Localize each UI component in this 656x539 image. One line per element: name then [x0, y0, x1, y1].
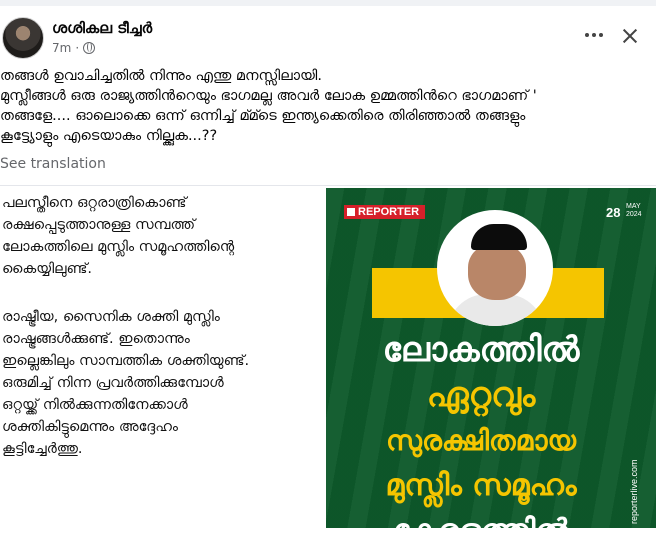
- speaker-cap: [471, 224, 527, 250]
- see-translation-link[interactable]: See translation: [0, 156, 106, 172]
- left-paragraph-1: പലസ്തീനെ ഒറ്റരാത്രികൊണ്ട് രക്ഷപ്പെടുത്താ…: [2, 192, 234, 280]
- date-month-year: MAY 2024: [626, 203, 642, 219]
- right-image[interactable]: REPORTER 28 MAY 2024 ലോകത്തിൽ ഏറ്റവും സുര…: [326, 188, 656, 528]
- post-time[interactable]: 7m: [52, 41, 71, 55]
- left-text-line: രക്ഷപ്പെടുത്താനുള്ള സമ്പത്ത്: [2, 217, 196, 233]
- reporter-logo: REPORTER: [344, 205, 426, 219]
- left-text-line: ഇല്ലെങ്കിലും സാമ്പത്തിക ശക്തിയുണ്ട്.: [2, 353, 250, 369]
- site-watermark: reporterlive.com: [629, 459, 639, 524]
- left-image[interactable]: പലസ്തീനെ ഒറ്റരാത്രികൊണ്ട് രക്ഷപ്പെടുത്താ…: [0, 188, 320, 539]
- author-name[interactable]: ശശികല ടീച്ചർ: [52, 19, 152, 37]
- post-meta: 7m ·: [52, 41, 96, 55]
- left-text-line: രാഷ്ട്രങ്ങൾക്കുണ്ട്. ഇതൊന്നും: [2, 331, 190, 347]
- left-text-line: കൈയ്യിലുണ്ട്.: [2, 261, 93, 277]
- post-header: ശശികല ടീച്ചർ 7m ·: [0, 6, 656, 60]
- date-day: 28: [606, 205, 621, 220]
- date-year: 2024: [626, 211, 642, 218]
- left-text-line: കൂട്ടിച്ചേർത്തു.: [2, 441, 83, 457]
- left-paragraph-2: രാഷ്ട്രീയ, സൈനിക ശക്തി മുസ്ലിം രാഷ്ട്രങ്…: [2, 306, 249, 460]
- post-text: തങ്ങൾ ഉവാചിച്ചതിൽ നിന്നും എന്തു മനസ്സിലാ…: [0, 66, 650, 146]
- speaker-photo: [437, 210, 553, 326]
- left-text-line: ഒറ്റയ്ക്ക് നിൽക്കുന്നതിനേക്കാൾ: [2, 397, 188, 413]
- post-text-line: തങ്ങൾ ഉവാചിച്ചതിൽ നിന്നും എന്തു മനസ്സിലാ…: [0, 68, 322, 84]
- speaker-face: [468, 244, 526, 300]
- close-icon[interactable]: [618, 24, 642, 48]
- post-text-line: തങ്ങളേ.... ഓലൊക്കെ ഒന്ന് ഒന്നിച്ച് മ്മ്ട…: [0, 108, 526, 124]
- globe-icon[interactable]: [83, 42, 96, 54]
- more-options-icon[interactable]: [580, 24, 608, 46]
- headline-line-5: കേരളത്തിൽ: [336, 508, 626, 528]
- post-text-line: മുസ്ലീങ്ങൾ ഒരു രാജ്യത്തിൻറെയും ഭാഗമല്ല അ…: [0, 88, 537, 104]
- left-text-line: ഒരുമിച്ച് നിന്ന പ്രവർത്തിക്കുമ്പോൾ: [2, 375, 224, 391]
- headline-line-4: മുസ്ലിം സമൂഹം: [385, 468, 577, 503]
- headline-line-2: ഏറ്റവും: [426, 375, 536, 415]
- left-text-line: പലസ്തീനെ ഒറ്റരാത്രികൊണ്ട്: [2, 195, 187, 211]
- headline: ലോകത്തിൽ ഏറ്റവും സുരക്ഷിതമായ മുസ്ലിം സമൂ…: [336, 328, 626, 528]
- left-text-line: രാഷ്ട്രീയ, സൈനിക ശക്തി മുസ്ലിം: [2, 309, 220, 325]
- avatar[interactable]: [2, 17, 44, 59]
- headline-line-3: സുരക്ഷിതമായ: [385, 424, 576, 457]
- headline-line-1: ലോകത്തിൽ: [382, 330, 580, 370]
- date-label: 28 MAY 2024: [606, 203, 642, 222]
- left-text-line: ലോകത്തിലെ മുസ്ലിം സമൂഹത്തിന്റെ: [2, 239, 235, 255]
- left-text-line: ശക്തികിട്ടുമെന്നും അദ്ദേഹം: [2, 419, 178, 435]
- divider: [0, 185, 656, 186]
- date-month: MAY: [626, 203, 641, 210]
- meta-separator: ·: [75, 41, 80, 55]
- post-text-line: കൂട്ട്യോളും എടെയാകും നില്ക്കുക...??: [0, 128, 218, 144]
